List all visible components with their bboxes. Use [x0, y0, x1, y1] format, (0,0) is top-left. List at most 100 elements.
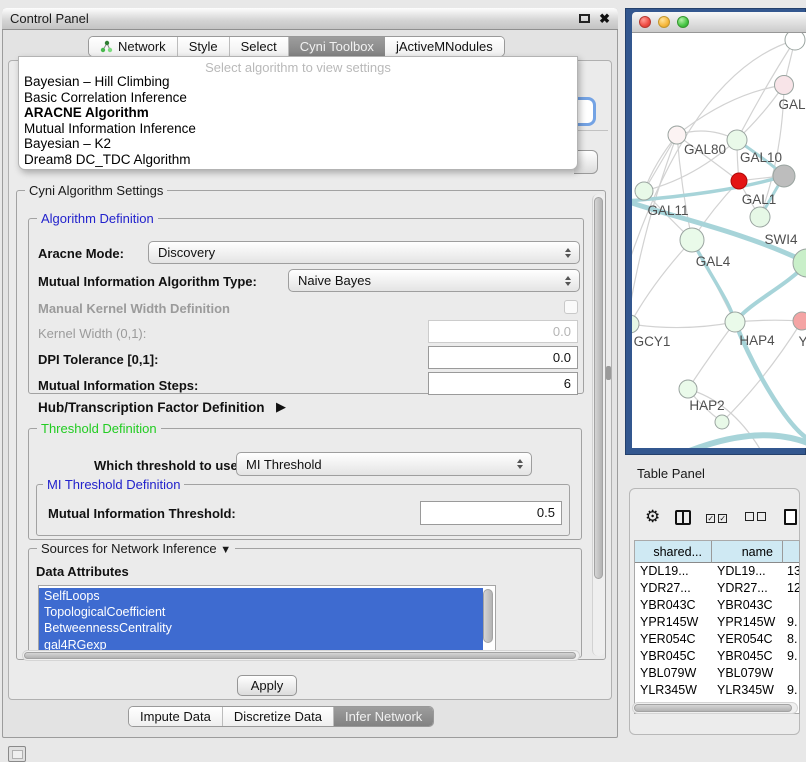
network-edge-thick[interactable]: [735, 263, 806, 322]
tab-jactivemnodules[interactable]: jActiveMNodules: [385, 37, 504, 56]
network-node[interactable]: [725, 312, 745, 332]
apply-button[interactable]: Apply: [237, 675, 297, 696]
tab-infer-network[interactable]: Infer Network: [334, 707, 433, 726]
network-node[interactable]: [793, 312, 806, 330]
table-row[interactable]: YLR345WYLR345W9.: [635, 682, 800, 699]
expand-arrow-icon[interactable]: ▶: [276, 399, 286, 415]
mi-algorithm-type-combo[interactable]: Naive Bayes: [288, 269, 580, 292]
table-cell[interactable]: YBL079W: [712, 665, 783, 682]
collapse-arrow-icon[interactable]: ▼: [220, 544, 231, 556]
settings-hscrollbar-thumb[interactable]: [24, 652, 576, 659]
table-cell[interactable]: 9.: [783, 648, 800, 665]
table-row[interactable]: YDL19...YDL19...13: [635, 563, 800, 580]
network-node[interactable]: [632, 315, 639, 333]
table-cell[interactable]: YDL19...: [635, 563, 712, 580]
dropdown-option[interactable]: Bayesian – K2: [19, 136, 577, 152]
which-threshold-combo[interactable]: MI Threshold: [236, 452, 532, 476]
table-cell[interactable]: YPR145W: [635, 614, 712, 631]
table-row[interactable]: YBR043CYBR043C: [635, 597, 800, 614]
network-node[interactable]: [731, 173, 747, 189]
split-columns-icon[interactable]: [675, 510, 691, 525]
table-row[interactable]: YBR045CYBR045C9.: [635, 648, 800, 665]
manual-kernel-width-checkbox[interactable]: [564, 300, 578, 314]
hub-transcription-factor-label[interactable]: Hub/Transcription Factor Definition: [38, 400, 265, 415]
mutual-information-threshold-input[interactable]: 0.5: [420, 501, 562, 525]
table-cell[interactable]: YLR345W: [712, 682, 783, 699]
close-icon[interactable]: ✖: [599, 13, 610, 24]
table-cell[interactable]: YBR045C: [635, 648, 712, 665]
network-node[interactable]: [680, 228, 704, 252]
network-edge[interactable]: [677, 85, 784, 135]
tab-style[interactable]: Style: [178, 37, 230, 56]
network-node[interactable]: [727, 130, 747, 150]
table-cell[interactable]: YLR345W: [635, 682, 712, 699]
network-node[interactable]: [773, 165, 795, 187]
zoom-traffic-light-icon[interactable]: [677, 16, 689, 28]
dropdown-option[interactable]: Dream8 DC_TDC Algorithm: [19, 152, 577, 168]
table-cell[interactable]: 9.: [783, 614, 800, 631]
dropdown-option[interactable]: Basic Correlation Inference: [19, 90, 577, 106]
table-cell[interactable]: YBR045C: [712, 648, 783, 665]
table-cell[interactable]: YPR145W: [712, 614, 783, 631]
table-cell[interactable]: 9.: [783, 682, 800, 699]
tab-impute-data[interactable]: Impute Data: [129, 707, 223, 726]
settings-scrollbar-thumb[interactable]: [594, 197, 603, 579]
table-cell[interactable]: 8.: [783, 631, 800, 648]
table-cell[interactable]: [783, 597, 800, 614]
sources-group-title[interactable]: Sources for Network Inference ▼: [37, 541, 235, 556]
network-node[interactable]: [679, 380, 697, 398]
table-row[interactable]: YPR145WYPR145W9.: [635, 614, 800, 631]
minimize-traffic-light-icon[interactable]: [658, 16, 670, 28]
tab-cyni-toolbox[interactable]: Cyni Toolbox: [289, 37, 385, 56]
data-attribute-item[interactable]: SelfLoops: [39, 588, 483, 604]
dropdown-option[interactable]: Mutual Information Inference: [19, 121, 577, 137]
network-edge[interactable]: [632, 322, 735, 328]
table-cell[interactable]: YBR043C: [712, 597, 783, 614]
split-pane-divider-handle[interactable]: [606, 366, 611, 380]
kernel-width-input[interactable]: 0.0: [428, 320, 578, 343]
table-cell[interactable]: 12: [783, 580, 800, 597]
table-cell[interactable]: YBL079W: [635, 665, 712, 682]
network-edge[interactable]: [688, 322, 735, 389]
attributes-list-scrollbar-thumb[interactable]: [483, 589, 493, 643]
dpi-tolerance-input[interactable]: 0.0: [428, 346, 578, 369]
network-node[interactable]: [750, 207, 770, 227]
close-traffic-light-icon[interactable]: [639, 16, 651, 28]
document-icon[interactable]: [784, 509, 797, 525]
float-window-icon[interactable]: [579, 14, 590, 23]
mi-steps-input[interactable]: 6: [428, 372, 578, 395]
network-window-titlebar[interactable]: [632, 12, 806, 33]
table-row[interactable]: YER054CYER054C8.: [635, 631, 800, 648]
table-cell[interactable]: YDR27...: [712, 580, 783, 597]
table-cell[interactable]: YER054C: [712, 631, 783, 648]
aracne-mode-combo[interactable]: Discovery: [148, 241, 580, 264]
network-node[interactable]: [775, 76, 794, 95]
table-cell[interactable]: YDR27...: [635, 580, 712, 597]
network-node[interactable]: [785, 33, 805, 50]
minimized-panel-icon[interactable]: [8, 746, 26, 762]
select-all-checkboxes-icon[interactable]: ✓✓: [706, 508, 730, 526]
tab-select[interactable]: Select: [230, 37, 289, 56]
network-node[interactable]: [715, 415, 729, 429]
table-cell[interactable]: [783, 665, 800, 682]
table-cell[interactable]: YBR043C: [635, 597, 712, 614]
column-header[interactable]: A: [783, 541, 800, 563]
data-attribute-item[interactable]: BetweennessCentrality: [39, 620, 483, 636]
table-cell[interactable]: 13: [783, 563, 800, 580]
dropdown-option[interactable]: ARACNE Algorithm: [19, 105, 577, 121]
table-row[interactable]: YBL079WYBL079W: [635, 665, 800, 682]
network-canvas[interactable]: GALGAL80GAL10GAL1GAL11SWI4GAL4GCY1HAP4YH…: [632, 33, 806, 448]
gear-icon[interactable]: ⚙: [645, 507, 660, 527]
dropdown-option[interactable]: Bayesian – Hill Climbing: [19, 74, 577, 90]
deselect-checkboxes-icon[interactable]: [745, 508, 769, 526]
table-hscrollbar-thumb[interactable]: [634, 704, 792, 712]
table-row[interactable]: YDR27...YDR27...12: [635, 580, 800, 597]
table-cell[interactable]: YDL19...: [712, 563, 783, 580]
column-header[interactable]: shared...: [635, 541, 712, 563]
tab-network[interactable]: Network: [89, 37, 178, 56]
table-cell[interactable]: YER054C: [635, 631, 712, 648]
tab-discretize-data[interactable]: Discretize Data: [223, 707, 334, 726]
network-node[interactable]: [635, 182, 653, 200]
network-edge-thick[interactable]: [682, 435, 806, 448]
data-attribute-item[interactable]: TopologicalCoefficient: [39, 604, 483, 620]
